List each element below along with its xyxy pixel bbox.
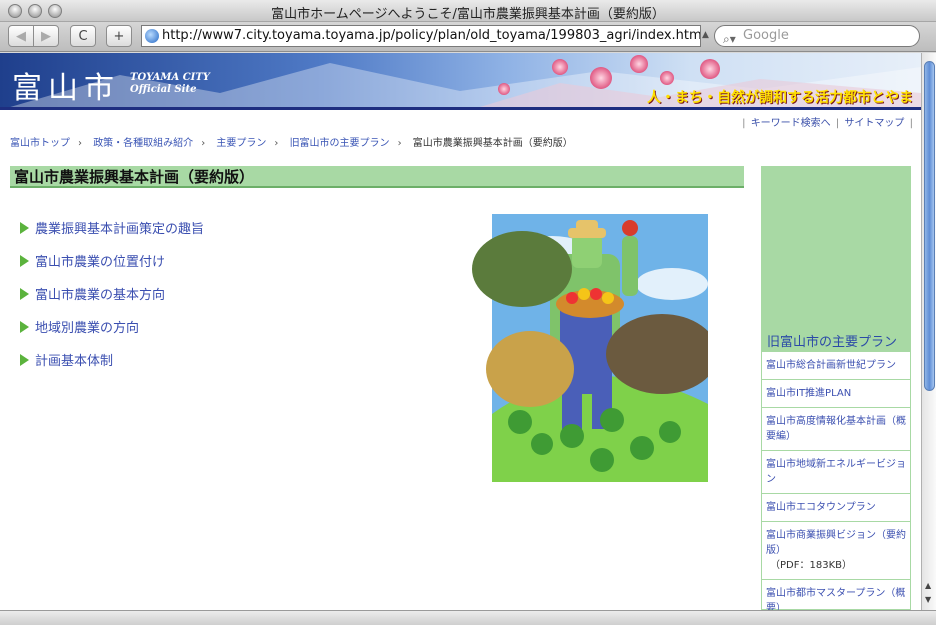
back-arrow-icon: ◀ (16, 28, 26, 44)
browser-toolbar: ◀ ▶ C + http://www7.city.toyama.toyama.j… (0, 22, 936, 52)
globe-icon (145, 29, 159, 43)
breadcrumb-link[interactable]: 政策・各種取組み紹介 (93, 138, 193, 149)
utility-links: | キーワード検索へ | サイトマップ | (742, 118, 913, 129)
window-title: 富山市ホームページへようこそ/富山市農業振興基本計画（要約版） (271, 7, 665, 22)
plus-icon: + (113, 28, 125, 44)
address-bar[interactable]: http://www7.city.toyama.toyama.jp/policy… (141, 25, 701, 47)
green-arrow-icon (20, 221, 29, 234)
breadcrumb-current: 富山市農業振興基本計画（要約版） (412, 138, 573, 149)
chevron-right-icon: › (274, 138, 279, 149)
breadcrumb: 富山市トップ › 政策・各種取組み紹介 › 主要プラン › 旧富山市の主要プラン › 富… (10, 134, 573, 149)
menu-item[interactable]: 富山市農業の位置付け (20, 244, 204, 277)
site-logo-english[interactable]: TOYAMA CITY Official Site (130, 72, 210, 96)
vertical-scrollbar[interactable]: ▲ ▼ (921, 53, 936, 610)
sidebar-header-panel (762, 167, 910, 352)
search-input[interactable]: ⌕▾ Google (714, 25, 920, 47)
chevron-right-icon: › (78, 138, 82, 149)
blossom-icon (590, 67, 612, 89)
site-logo[interactable]: 富山市 (12, 63, 120, 107)
sidebar-link[interactable]: 富山市総合計画新世紀プラン (762, 352, 910, 380)
green-arrow-icon (20, 254, 29, 267)
sidebar-link[interactable]: 富山市商業振興ビジョン（要約版） （PDF：183KB） (762, 522, 910, 580)
add-bookmark-button[interactable]: + (106, 25, 132, 47)
url-text: http://www7.city.toyama.toyama.jp/policy… (162, 28, 701, 43)
menu-item[interactable]: 富山市農業の基本方向 (20, 277, 204, 310)
reload-icon: C (78, 28, 88, 44)
forward-arrow-icon: ▶ (41, 28, 51, 44)
sidebar-list: 富山市総合計画新世紀プラン 富山市IT推進PLAN 富山市高度情報化基本計画（概… (762, 352, 910, 610)
sitemap-link[interactable]: サイトマップ (844, 118, 904, 129)
scrollbar-thumb[interactable] (924, 61, 935, 391)
forward-button[interactable]: ▶ (33, 25, 59, 47)
pdf-size-note: （PDF：183KB） (770, 560, 852, 571)
sidebar-link[interactable]: 富山市エコタウンプラン (762, 494, 910, 522)
web-page: 富山市 TOYAMA CITY Official Site 人・まち・自然が調和… (0, 53, 921, 610)
blossom-icon (660, 71, 674, 85)
menu-item[interactable]: 地域別農業の方向 (20, 310, 204, 343)
breadcrumb-link[interactable]: 主要プラン (216, 138, 266, 149)
blossom-icon (630, 55, 648, 73)
plan-menu: 農業振興基本計画策定の趣旨 富山市農業の位置付け 富山市農業の基本方向 地域別農… (20, 211, 204, 376)
sidebar-link[interactable]: 富山市地域新エネルギービジョン (762, 451, 910, 494)
page-title: 富山市農業振興基本計画（要約版） (10, 166, 744, 188)
chevron-right-icon: › (397, 138, 402, 149)
blossom-icon (700, 59, 720, 79)
green-arrow-icon (20, 320, 29, 333)
back-button[interactable]: ◀ (8, 25, 34, 47)
site-header: 富山市 TOYAMA CITY Official Site 人・まち・自然が調和… (0, 53, 921, 110)
site-slogan: 人・まち・自然が調和する活力都市とやま (647, 90, 913, 106)
url-dropdown-icon[interactable]: ▲ (702, 30, 709, 40)
scroll-down-icon[interactable]: ▼ (925, 595, 931, 604)
sidebar-link[interactable]: 富山市都市マスタープラン（概要） (762, 580, 910, 610)
blossom-icon (498, 83, 510, 95)
sidebar-link[interactable]: 富山市高度情報化基本計画（概要編） (762, 408, 910, 451)
breadcrumb-link[interactable]: 富山市トップ (10, 138, 70, 149)
blossom-icon (552, 59, 568, 75)
reload-button[interactable]: C (70, 25, 96, 47)
menu-item[interactable]: 計画基本体制 (20, 343, 204, 376)
scroll-up-icon[interactable]: ▲ (925, 581, 931, 590)
search-placeholder: Google (743, 28, 789, 43)
keyword-search-link[interactable]: キーワード検索へ (751, 118, 831, 129)
sidebar-link[interactable]: 富山市IT推進PLAN (762, 380, 910, 408)
chevron-right-icon: › (201, 138, 206, 149)
menu-item[interactable]: 農業振興基本計画策定の趣旨 (20, 211, 204, 244)
farmer-illustration (472, 214, 708, 482)
sidebar-title: 旧富山市の主要プラン (767, 335, 898, 350)
green-arrow-icon (20, 287, 29, 300)
breadcrumb-link[interactable]: 旧富山市の主要プラン (290, 138, 390, 149)
sidebar: 旧富山市の主要プラン 富山市総合計画新世紀プラン 富山市IT推進PLAN 富山市… (761, 166, 911, 610)
green-arrow-icon (20, 353, 29, 366)
status-bar (0, 610, 936, 625)
search-icon: ⌕▾ (723, 32, 736, 46)
window-titlebar: 富山市ホームページへようこそ/富山市農業振興基本計画（要約版） (0, 0, 936, 22)
